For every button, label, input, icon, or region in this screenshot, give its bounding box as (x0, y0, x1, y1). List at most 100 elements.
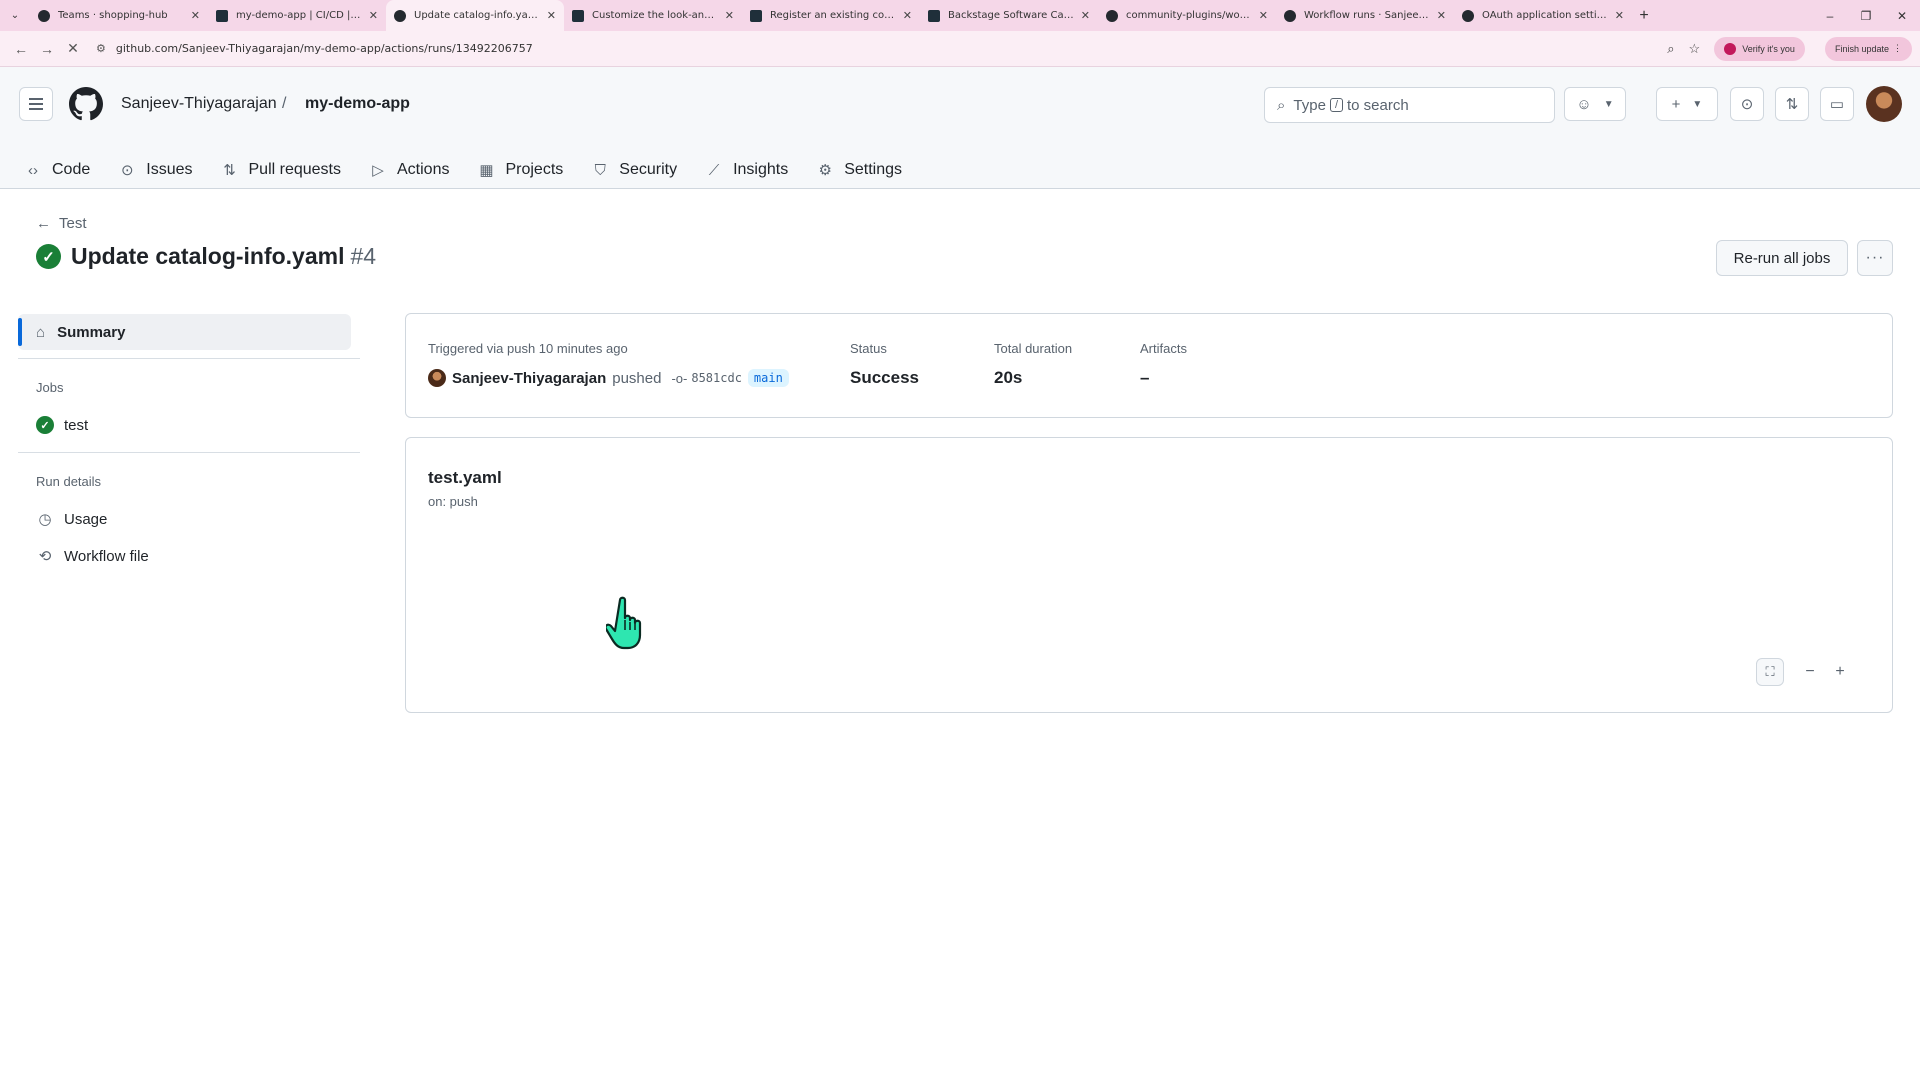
status-label: Status (850, 341, 887, 356)
minimize-icon[interactable]: – (1812, 9, 1848, 23)
sidebar-summary-label: Summary (57, 323, 126, 341)
chevron-down-icon: ▼ (1603, 98, 1614, 110)
restore-icon[interactable]: ❐ (1848, 9, 1884, 23)
commit-sha-link[interactable]: 8581cdc (691, 371, 742, 385)
github-icon (38, 9, 50, 22)
run-details-heading: Run details (36, 474, 102, 489)
close-tab-icon[interactable]: ✕ (1081, 9, 1090, 22)
profile-icon (1724, 42, 1737, 55)
tab-insights[interactable]: ⟋ Insights (705, 152, 802, 188)
fullscreen-button[interactable]: ⛶ (1756, 658, 1784, 686)
tab-search-chevron-icon[interactable]: ⌄ (0, 0, 30, 31)
create-new-button[interactable]: + ▼ (1656, 87, 1718, 121)
verify-label: Verify it's you (1742, 43, 1795, 54)
artifacts-stat: Artifacts – (1140, 341, 1187, 388)
close-tab-icon[interactable]: ✕ (369, 9, 378, 22)
zoom-icon[interactable]: ⌕ (1667, 41, 1674, 57)
trigger-text: Triggered via push 10 minutes ago (428, 341, 628, 356)
copilot-button[interactable]: ☺ ▼ (1564, 87, 1626, 121)
browser-tab[interactable]: Workflow runs · Sanjeev-Thiyagarajan ✕ (1276, 0, 1454, 31)
actor-link[interactable]: Sanjeev-Thiyagarajan (452, 370, 606, 387)
close-tab-icon[interactable]: ✕ (903, 9, 912, 22)
forward-icon[interactable]: → (34, 41, 60, 57)
pull-requests-button[interactable]: ⇅ (1775, 87, 1809, 121)
browser-tab[interactable]: Customize the look-and-feel of ✕ (564, 0, 742, 31)
sidebar-item-workflow-file[interactable]: ⟲ Workflow file (36, 547, 149, 566)
finish-update-button[interactable]: Finish update ⋮ (1824, 36, 1912, 61)
plus-icon: + (1835, 663, 1845, 680)
search-suffix: to search (1347, 96, 1409, 114)
close-tab-icon[interactable]: ✕ (1437, 9, 1446, 22)
address-bar: ← → ✕ ⚙ github.com/Sanjeev-Thiyagarajan/… (0, 31, 1920, 67)
browser-tab[interactable]: Update catalog-info.yaml · Sanjeev ✕ (386, 0, 564, 31)
rerun-all-jobs-button[interactable]: Re-run all jobs (1716, 240, 1848, 276)
hand-pointer-cursor-icon (606, 596, 642, 650)
avatar[interactable] (1866, 86, 1902, 122)
browser-tab[interactable]: Register an existing component ✕ (742, 0, 920, 31)
search-input[interactable]: ⌕ Type / to search (1264, 87, 1555, 123)
site-info-icon[interactable]: ⚙ (96, 42, 106, 55)
workflow-file-name[interactable]: test.yaml (428, 468, 502, 488)
job-label: test (64, 416, 89, 434)
sidebar-item-summary[interactable]: ⌂ Summary (18, 314, 351, 350)
browser-tab[interactable]: my-demo-app | CI/CD | Scaffolder ✕ (208, 0, 386, 31)
issues-button[interactable]: ⊙ (1730, 87, 1764, 121)
close-window-icon[interactable]: ✕ (1884, 9, 1920, 23)
breadcrumb-owner[interactable]: Sanjeev-Thiyagarajan (121, 95, 277, 113)
bookmark-star-icon[interactable]: ☆ (1689, 41, 1701, 57)
hamburger-menu-button[interactable] (19, 87, 53, 121)
repo-nav-label: Settings (844, 161, 903, 178)
more-options-button[interactable]: ··· (1857, 240, 1893, 276)
actor-avatar[interactable] (428, 369, 446, 387)
usage-label: Usage (64, 510, 108, 528)
fullscreen-icon: ⛶ (1765, 664, 1775, 679)
browser-tab[interactable]: Backstage Software Catalog and ✕ (920, 0, 1098, 31)
tab-pull-requests[interactable]: ⇅ Pull requests (221, 152, 356, 188)
repo-nav-label: Security (619, 161, 678, 178)
tab-actions[interactable]: ▷ Actions (369, 152, 463, 188)
duration-value[interactable]: 20s (994, 368, 1072, 388)
close-tab-icon[interactable]: ✕ (547, 9, 556, 22)
close-tab-icon[interactable]: ✕ (1615, 9, 1624, 22)
close-tab-icon[interactable]: ✕ (191, 9, 200, 22)
close-tab-icon[interactable]: ✕ (1259, 9, 1268, 22)
github-logo-icon[interactable] (69, 87, 103, 121)
sidebar-item-usage[interactable]: ◷ Usage (36, 510, 108, 529)
inbox-button[interactable]: ▭ (1820, 87, 1854, 121)
backstage-icon (750, 9, 762, 22)
close-tab-icon[interactable]: ✕ (725, 9, 734, 22)
tab-projects[interactable]: ▦ Projects (477, 152, 577, 188)
github-icon (1106, 9, 1118, 22)
breadcrumb-repo[interactable]: my-demo-app (305, 95, 410, 113)
tab-security[interactable]: ⛉ Security (591, 152, 691, 188)
new-tab-button[interactable]: + (1632, 7, 1656, 25)
status-value: Success (850, 368, 919, 387)
git-commit-icon: -o- (671, 370, 688, 386)
back-icon[interactable]: ← (8, 41, 34, 57)
browser-tab[interactable]: OAuth application settings ✕ (1454, 0, 1632, 31)
chevron-down-icon: ▼ (1692, 98, 1703, 110)
zoom-in-button[interactable]: + (1826, 658, 1854, 686)
github-icon (1462, 9, 1474, 22)
verify-profile-button[interactable]: Verify it's you (1714, 36, 1805, 61)
branch-badge[interactable]: main (747, 369, 789, 387)
url-field[interactable]: ⚙ github.com/Sanjeev-Thiyagarajan/my-dem… (96, 36, 1667, 62)
sidebar-divider (18, 452, 360, 453)
minus-icon: − (1805, 663, 1815, 680)
github-header: Sanjeev-Thiyagarajan / my-demo-app ⌕ Typ… (0, 67, 1920, 189)
run-summary-card: Triggered via push 10 minutes ago Sanjee… (405, 313, 1893, 418)
tab-code[interactable]: ‹› Code (24, 152, 104, 188)
browser-tab[interactable]: community-plugins/workspaces ✕ (1098, 0, 1276, 31)
repo-nav-label: Pull requests (248, 161, 342, 178)
check-circle-icon: ✓ (36, 244, 61, 269)
tab-issues[interactable]: ⊙ Issues (118, 152, 206, 188)
sidebar-item-job-test[interactable]: ✓ test (36, 416, 88, 434)
back-to-workflow-link[interactable]: ← Test (36, 215, 87, 232)
tab-settings[interactable]: ⚙ Settings (816, 152, 916, 188)
repo-nav-label: Insights (733, 161, 789, 178)
breadcrumb-separator: / (282, 95, 287, 112)
browser-tab[interactable]: Teams · shopping-hub ✕ (30, 0, 208, 31)
zoom-out-button[interactable]: − (1796, 658, 1824, 686)
issue-opened-icon: ⊙ (1740, 96, 1754, 113)
stop-loading-icon[interactable]: ✕ (60, 40, 86, 57)
